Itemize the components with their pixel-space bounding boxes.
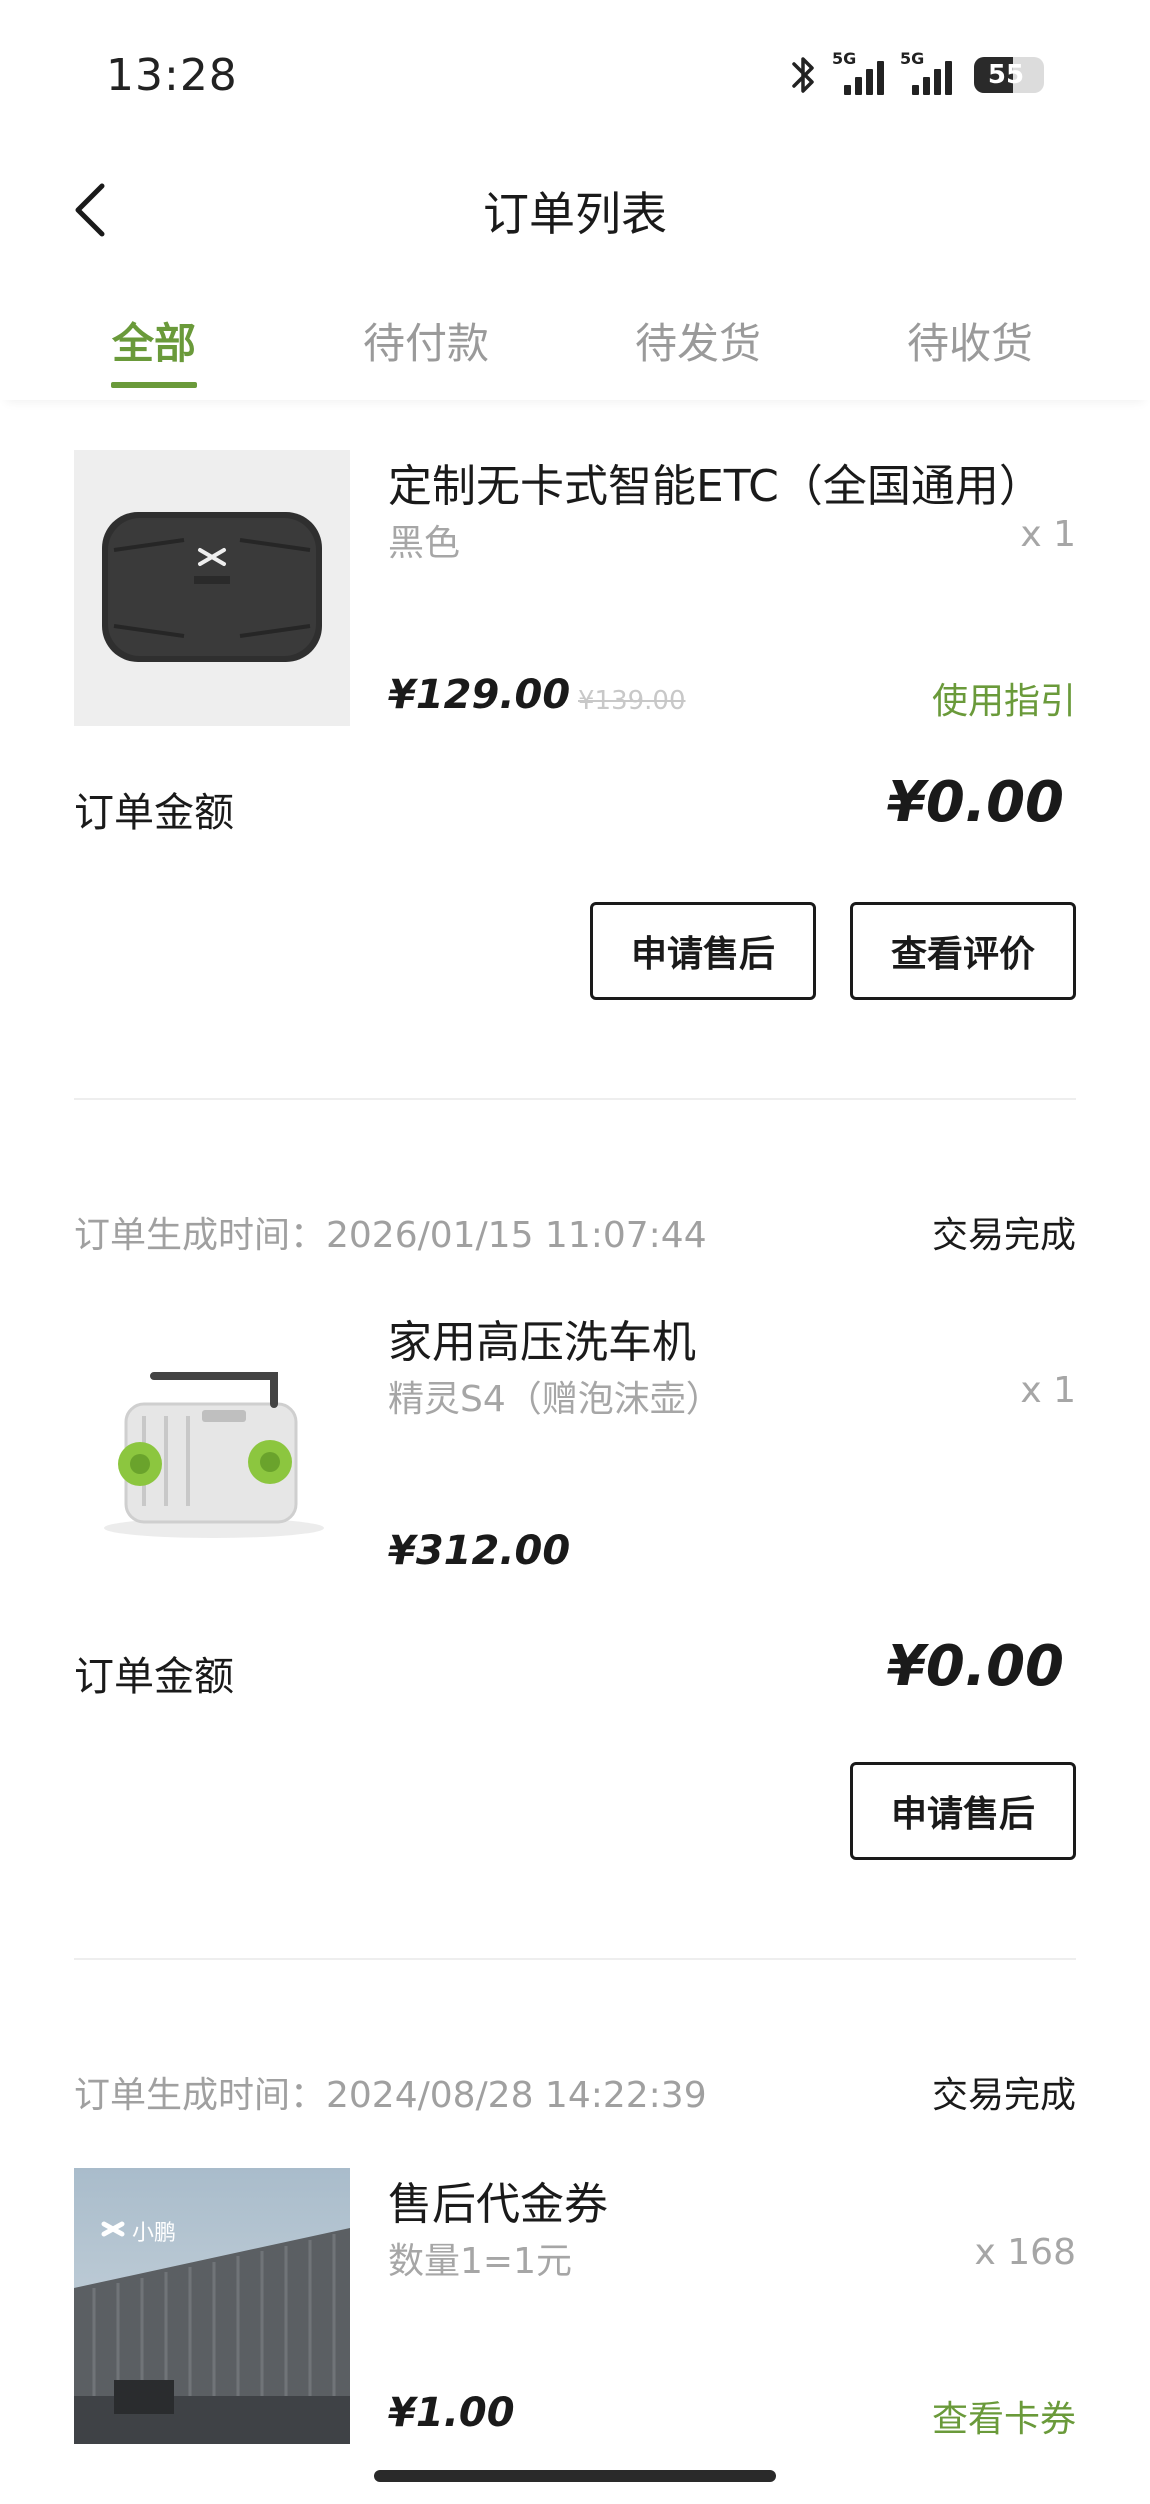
bluetooth-icon: [792, 57, 814, 93]
voucher-building-image: 小鹏: [74, 2168, 350, 2444]
tab-label: 待收货: [906, 319, 1033, 368]
apply-after-sales-button[interactable]: 申请售后: [850, 1762, 1076, 1860]
product-item[interactable]: 小鹏 售后代金券 数量1=1元 x 168 ¥1.00 查看卡券: [74, 2168, 1076, 2446]
product-thumbnail: [74, 450, 350, 726]
order-actions: 申请售后 查看评价: [74, 902, 1076, 1000]
product-price: ¥1.00: [388, 2390, 515, 2436]
product-spec: 数量1=1元: [388, 2241, 572, 2282]
order-divider: [74, 1098, 1076, 1100]
order-amount-label: 订单金额: [74, 1654, 234, 1700]
pressure-washer-image: [104, 1372, 324, 1538]
status-time: 13:28: [106, 50, 238, 101]
network-type-label-2: 5G: [900, 49, 925, 68]
cellular-signal-icon: 5G: [832, 49, 888, 95]
apply-after-sales-button[interactable]: 申请售后: [590, 902, 816, 1000]
order-tabs: 全部 待付款 待发货 待收货: [0, 300, 1150, 400]
order-created-time: 订单生成时间：2026/01/15 11:07:44: [74, 1215, 707, 1256]
brand-logo-text: 小鹏: [132, 2221, 176, 2246]
page-title: 订单列表: [483, 187, 667, 241]
order-header: 订单生成时间：2026/01/15 11:07:44 交易完成: [74, 1206, 1076, 1266]
order-amount-value: ¥0.00: [886, 1634, 1064, 1699]
product-price: ¥312.00: [388, 1528, 571, 1574]
product-original-price: ¥139.00: [578, 686, 686, 716]
view-review-button[interactable]: 查看评价: [850, 902, 1076, 1000]
tab-pending-receipt[interactable]: 待收货: [834, 300, 1106, 400]
product-name: 售后代金券: [388, 2179, 608, 2230]
product-item[interactable]: 定制无卡式智能ETC（全国通用） 黑色 x 1 ¥129.00 ¥139.00 …: [74, 450, 1076, 728]
product-quantity: x 168: [974, 2232, 1076, 2273]
product-price: ¥129.00: [388, 672, 571, 718]
tab-all[interactable]: 全部: [18, 300, 290, 400]
tab-label: 全部: [111, 319, 196, 368]
home-indicator: [374, 2470, 776, 2482]
tab-pending-shipment[interactable]: 待发货: [562, 300, 834, 400]
tab-label: 待发货: [634, 319, 761, 368]
product-spec: 精灵S4（赠泡沫壶）: [388, 1379, 722, 1420]
network-type-label: 5G: [832, 49, 857, 68]
battery-level: 55: [987, 60, 1025, 90]
product-thumbnail: [74, 1306, 350, 1582]
tab-label: 待付款: [362, 319, 489, 368]
cellular-signal-icon-2: 5G: [900, 49, 956, 95]
order-amount-row: 订单金额 ¥0.00: [74, 1634, 1076, 1704]
order-header: 订单生成时间：2024/08/28 14:22:39 交易完成: [74, 2066, 1076, 2126]
order-status: 交易完成: [931, 1215, 1076, 1256]
etc-device-image: [102, 512, 322, 662]
order-amount-value: ¥0.00: [886, 770, 1064, 835]
order-amount-row: 订单金额 ¥0.00: [74, 770, 1076, 840]
nav-bar: 订单列表: [0, 150, 1150, 270]
tab-pending-payment[interactable]: 待付款: [290, 300, 562, 400]
status-bar: 13:28 5G 5G 55: [0, 0, 1150, 150]
usage-guide-link[interactable]: 使用指引: [932, 672, 1076, 724]
product-name: 定制无卡式智能ETC（全国通用）: [388, 461, 1043, 512]
product-spec: 黑色: [388, 523, 461, 564]
view-voucher-link[interactable]: 查看卡券: [932, 2390, 1076, 2442]
product-thumbnail: 小鹏: [74, 2168, 350, 2444]
product-item[interactable]: 家用高压洗车机 精灵S4（赠泡沫壶） x 1 ¥312.00: [74, 1306, 1076, 1584]
battery-icon: 55: [974, 57, 1044, 93]
order-amount-label: 订单金额: [74, 790, 234, 836]
order-status: 交易完成: [931, 2075, 1076, 2116]
order-actions: 申请售后: [74, 1762, 1076, 1860]
product-quantity: x 1: [1020, 1370, 1076, 1411]
order-divider: [74, 1958, 1076, 1960]
status-icons: 5G 5G 55: [786, 49, 1044, 98]
product-name: 家用高压洗车机: [388, 1317, 696, 1368]
order-created-time: 订单生成时间：2024/08/28 14:22:39: [74, 2075, 707, 2116]
tab-active-indicator: [111, 382, 197, 388]
product-quantity: x 1: [1020, 514, 1076, 555]
